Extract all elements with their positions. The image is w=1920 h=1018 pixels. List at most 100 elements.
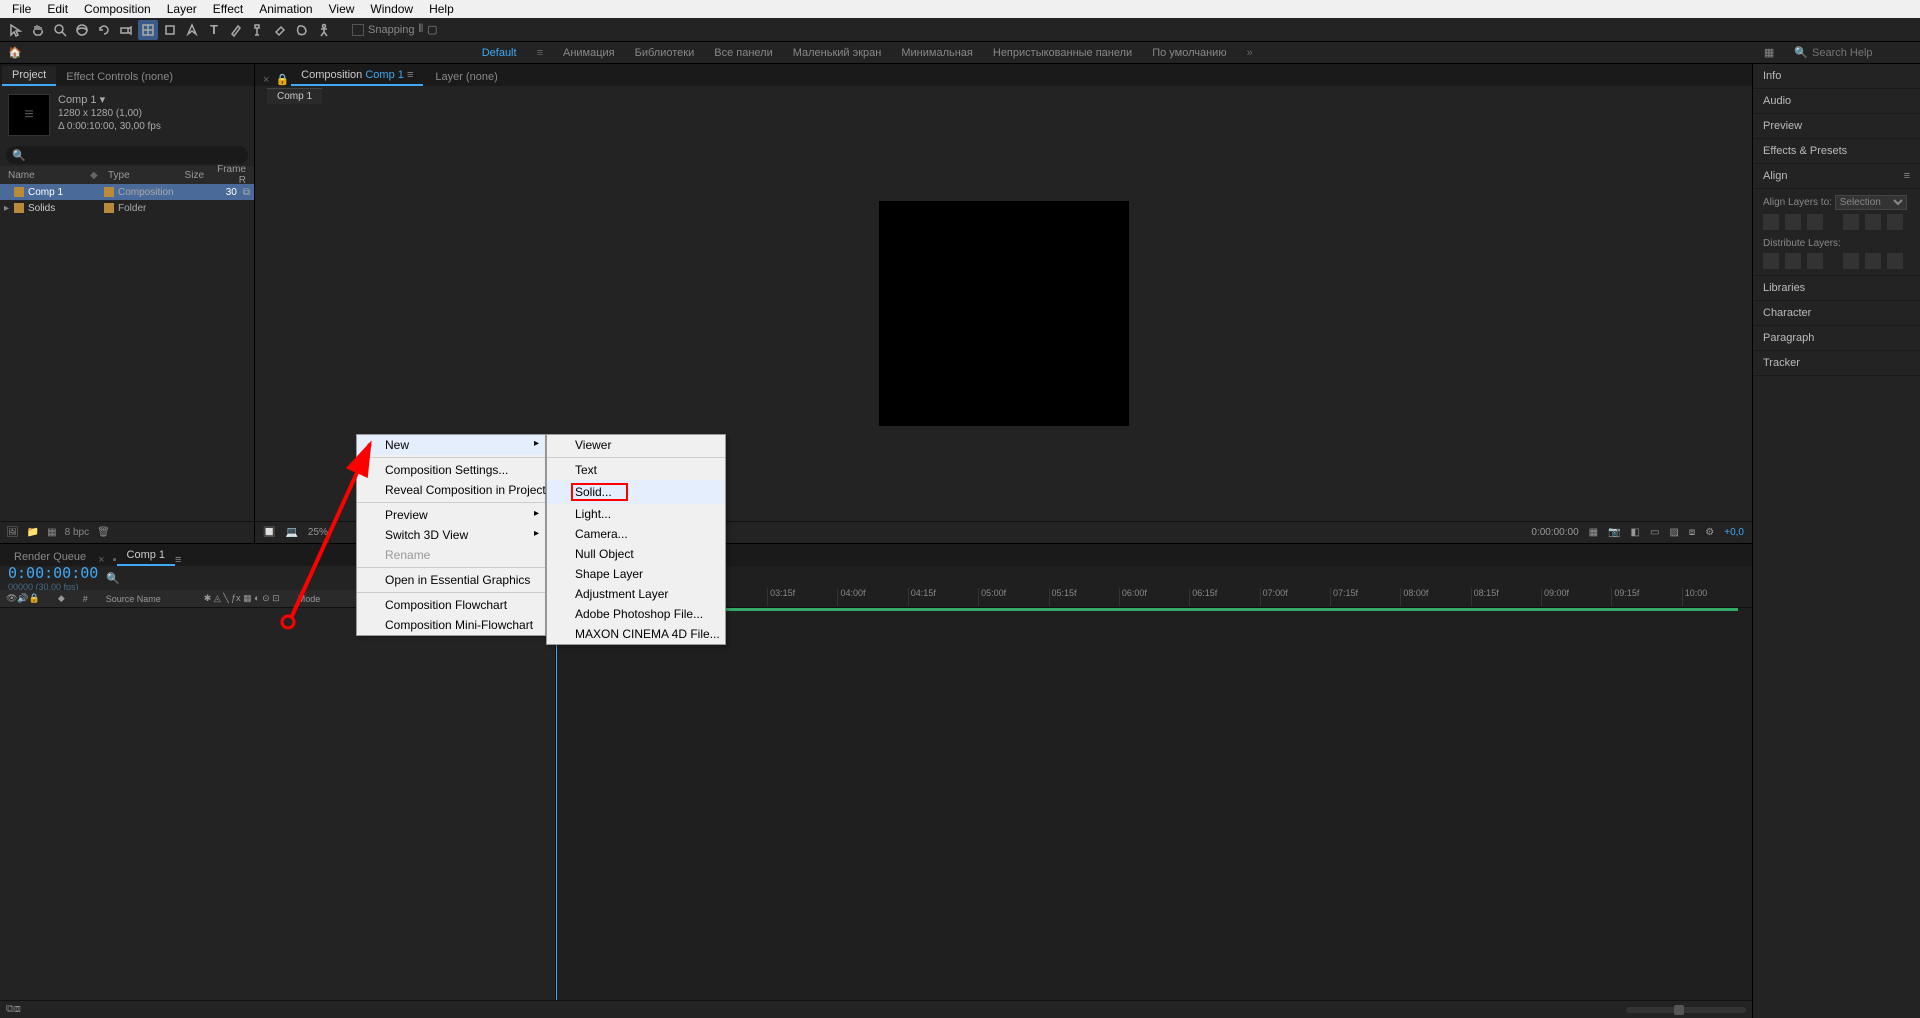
roto-tool-icon[interactable] — [292, 20, 312, 40]
new-folder-icon[interactable]: 📁 — [27, 527, 39, 538]
tab-close-icon[interactable]: × — [98, 554, 104, 566]
camera-tool-icon[interactable] — [116, 20, 136, 40]
align-bottom-icon[interactable] — [1887, 214, 1903, 230]
clone-tool-icon[interactable] — [248, 20, 268, 40]
puppet-tool-icon[interactable] — [314, 20, 334, 40]
snapshot-icon[interactable]: 📷 — [1608, 527, 1620, 538]
ctx-new-viewer[interactable]: Viewer — [547, 435, 725, 455]
snapping-checkbox[interactable] — [352, 24, 364, 36]
panel-character[interactable]: Character — [1753, 301, 1920, 326]
tab-project[interactable]: Project — [2, 66, 56, 86]
menu-view[interactable]: View — [321, 2, 363, 16]
type-tool-icon[interactable]: T — [204, 20, 224, 40]
3d-icon[interactable]: ⧈ — [1689, 527, 1695, 538]
orbit-tool-icon[interactable] — [72, 20, 92, 40]
align-to-select[interactable]: Selection — [1835, 195, 1907, 210]
help-search[interactable]: 🔍 — [1794, 46, 1912, 59]
ctx-flowchart[interactable]: Composition Flowchart — [357, 595, 545, 615]
transparency-icon[interactable]: ▨ — [1669, 527, 1678, 538]
menu-layer[interactable]: Layer — [159, 2, 205, 16]
toggle-switches-icon[interactable]: ⧉ — [6, 1003, 14, 1016]
label-col-icon[interactable]: ◆ — [58, 593, 65, 604]
label-col-icon[interactable]: ◆ — [90, 170, 104, 181]
toggle-modes-icon[interactable]: ⧈ — [14, 1003, 21, 1016]
dist-left-icon[interactable] — [1843, 253, 1859, 269]
dist-hc-icon[interactable] — [1865, 253, 1881, 269]
snap-extra-icon[interactable]: ⫴ — [419, 23, 424, 36]
align-right-icon[interactable] — [1807, 214, 1823, 230]
ctx-new-adjustment[interactable]: Adjustment Layer — [547, 584, 725, 604]
dist-top-icon[interactable] — [1763, 253, 1779, 269]
project-search[interactable]: 🔍 — [6, 146, 248, 164]
workspace-default-ru[interactable]: По умолчанию — [1152, 47, 1226, 59]
align-top-icon[interactable] — [1843, 214, 1859, 230]
interpret-icon[interactable]: 🖼 — [6, 527, 19, 538]
pen-tool-icon[interactable] — [182, 20, 202, 40]
context-menu-main[interactable]: New Composition Settings... Reveal Compo… — [356, 434, 546, 636]
grid-icon[interactable]: ▦ — [1589, 527, 1598, 538]
tab-menu-icon[interactable]: ≡ — [175, 554, 181, 566]
menu-file[interactable]: File — [4, 2, 39, 16]
comp-close-icon[interactable]: × — [259, 74, 273, 86]
mag-icon[interactable]: 🔲 — [263, 527, 275, 538]
workspace-default[interactable]: Default — [482, 47, 517, 59]
ctx-mini-flowchart[interactable]: Composition Mini-Flowchart — [357, 615, 545, 635]
workspace-allpanels[interactable]: Все панели — [714, 47, 772, 59]
exposure-value[interactable]: +0,0 — [1724, 527, 1744, 538]
mode-col[interactable]: Mode — [298, 594, 321, 604]
home-icon[interactable]: 🏠 — [8, 46, 22, 59]
project-item-comp1[interactable]: Comp 1 Composition 30 ⧉ — [0, 184, 254, 200]
source-col[interactable]: Source Name — [106, 594, 186, 604]
workspace-edit-icon[interactable]: ▦ — [1764, 46, 1774, 59]
ctx-new-photoshop[interactable]: Adobe Photoshop File... — [547, 604, 725, 624]
comp-subtab[interactable]: Comp 1 — [267, 88, 322, 104]
align-hc-icon[interactable] — [1785, 214, 1801, 230]
menu-help[interactable]: Help — [421, 2, 462, 16]
col-type[interactable]: Type — [104, 170, 176, 181]
zoom-slider[interactable] — [1626, 1007, 1746, 1013]
col-size[interactable]: Size — [176, 170, 208, 181]
tab-layer[interactable]: Layer (none) — [425, 68, 507, 86]
align-left-icon[interactable] — [1763, 214, 1779, 230]
panel-tracker[interactable]: Tracker — [1753, 351, 1920, 376]
twirl-icon[interactable]: ▸ — [4, 203, 14, 214]
av-col-icon[interactable]: 👁🔊🔒 — [6, 593, 40, 604]
time-display[interactable]: 0:00:00:00 — [1531, 527, 1578, 538]
region-icon[interactable]: ▭ — [1650, 527, 1659, 538]
work-area-bar[interactable] — [556, 608, 1738, 611]
zoom-dropdown[interactable]: 25% — [308, 527, 328, 538]
panel-align[interactable]: Align ≡ — [1753, 164, 1920, 189]
project-items-list[interactable]: Comp 1 Composition 30 ⧉ ▸ Solids Folder — [0, 184, 254, 521]
comp-name-label[interactable]: Comp 1 ▾ — [58, 94, 161, 107]
mask-icon[interactable]: ◧ — [1631, 527, 1640, 538]
menu-animation[interactable]: Animation — [251, 2, 320, 16]
panel-preview[interactable]: Preview — [1753, 114, 1920, 139]
renderer-icon[interactable]: ⚙ — [1705, 527, 1714, 538]
new-comp-icon[interactable]: ▦ — [47, 527, 56, 538]
res-icon[interactable]: 💻 — [285, 527, 297, 538]
project-item-solids[interactable]: ▸ Solids Folder — [0, 200, 254, 216]
help-search-input[interactable] — [1812, 47, 1912, 59]
menu-edit[interactable]: Edit — [39, 2, 76, 16]
comp-tab-menu-icon[interactable]: ≡ — [407, 69, 413, 81]
workspace-overflow-icon[interactable]: » — [1247, 47, 1253, 59]
ctx-new-shape[interactable]: Shape Layer — [547, 564, 725, 584]
workspace-minimal[interactable]: Минимальная — [901, 47, 973, 59]
menu-window[interactable]: Window — [362, 2, 421, 16]
workspace-menu-icon[interactable]: ≡ — [537, 47, 543, 59]
dist-right-icon[interactable] — [1887, 253, 1903, 269]
workspace-animation[interactable]: Анимация — [563, 47, 615, 59]
trash-icon[interactable]: 🗑 — [97, 527, 110, 538]
eraser-tool-icon[interactable] — [270, 20, 290, 40]
workspace-smallscreen[interactable]: Маленький экран — [793, 47, 882, 59]
comp-lock-icon[interactable]: 🔒 — [275, 73, 289, 86]
ctx-reveal[interactable]: Reveal Composition in Project — [357, 480, 545, 500]
timeline-tracks[interactable] — [556, 608, 1752, 1000]
col-name[interactable]: Name — [4, 170, 90, 181]
menu-effect[interactable]: Effect — [205, 2, 251, 16]
current-time[interactable]: 0:00:00:00 — [8, 564, 98, 582]
num-col[interactable]: # — [83, 594, 88, 604]
ctx-comp-settings[interactable]: Composition Settings... — [357, 460, 545, 480]
anchor-tool-icon[interactable] — [138, 20, 158, 40]
bpc-label[interactable]: 8 bpc — [65, 527, 89, 538]
